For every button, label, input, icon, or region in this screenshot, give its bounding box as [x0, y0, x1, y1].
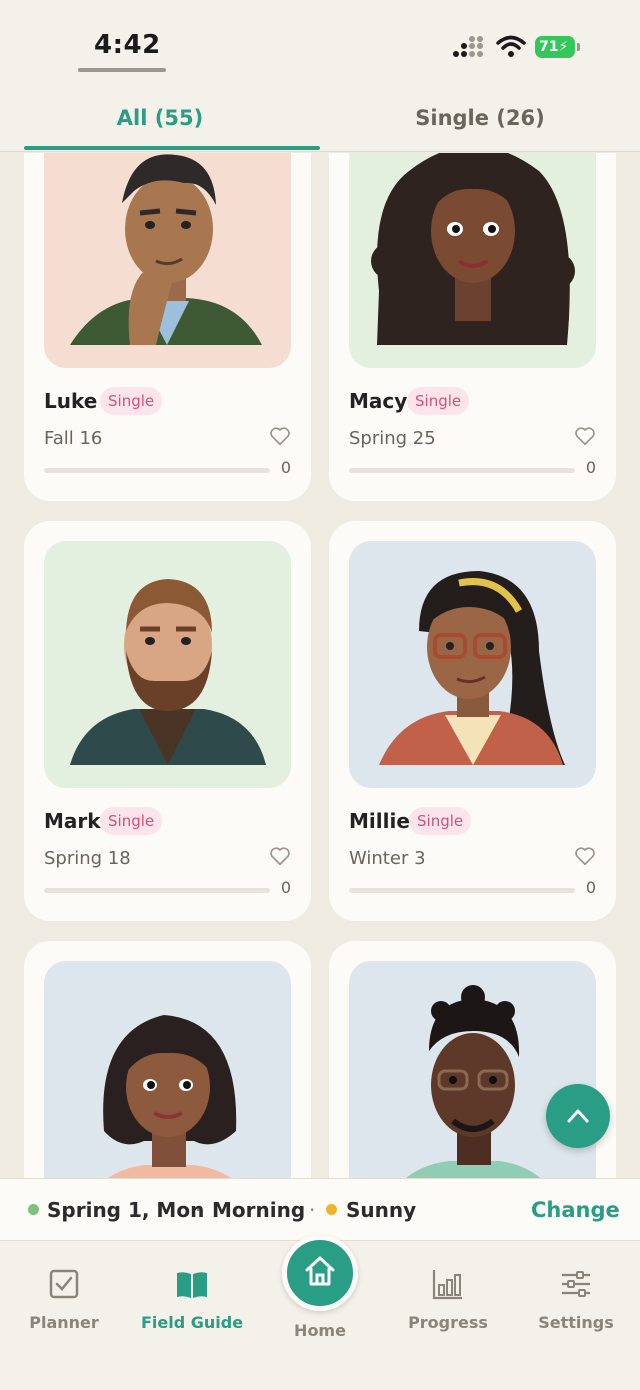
status-badge: Single: [100, 807, 163, 835]
friendship-count: 0: [585, 878, 596, 897]
time-underline: [78, 68, 166, 72]
friendship-progress-bar: [349, 468, 575, 473]
checkbox-icon: [49, 1269, 79, 1299]
status-badge: Single: [409, 807, 472, 835]
signal-icon: [453, 36, 483, 57]
filter-tabs: All (55) Single (26): [0, 88, 640, 152]
battery-level: 71: [539, 39, 559, 55]
character-card-mark[interactable]: Mark Single Spring 18 0: [24, 521, 311, 921]
friendship-count: 0: [280, 458, 291, 477]
friendship-progress-bar: [349, 888, 575, 893]
character-grid: Luke Single Fall 16 0 Macy Single Spring…: [0, 153, 640, 1178]
nav-settings[interactable]: Settings: [516, 1267, 636, 1332]
tab-single[interactable]: Single (26): [320, 106, 640, 130]
birthday-date: Spring 18: [44, 848, 131, 869]
weather-dot: [326, 1204, 337, 1215]
game-day-bar: Spring 1, Mon · Morning · Sunny Change: [0, 1178, 640, 1240]
battery-icon: 71⚡: [535, 36, 581, 58]
birthday-date: Fall 16: [44, 428, 103, 449]
heart-icon[interactable]: [269, 845, 291, 867]
nav-label: Progress: [408, 1313, 488, 1332]
home-button[interactable]: [282, 1235, 358, 1311]
portrait-man-locs: [349, 961, 596, 1178]
separator: ·: [309, 1198, 316, 1222]
friendship-count: 0: [280, 878, 291, 897]
character-name: Macy: [349, 389, 408, 413]
status-badge: Single: [407, 387, 470, 415]
portrait-mark: [44, 541, 291, 788]
nav-progress[interactable]: Progress: [388, 1267, 508, 1332]
birthday-date: Winter 3: [349, 848, 426, 869]
nav-field-guide[interactable]: Field Guide: [132, 1267, 252, 1332]
portrait-woman-bob: [44, 961, 291, 1178]
character-card-luke[interactable]: Luke Single Fall 16 0: [24, 153, 311, 501]
chevron-up-icon: [567, 1109, 589, 1123]
portrait-millie: [349, 541, 596, 788]
birthday-date: Spring 25: [349, 428, 436, 449]
character-card[interactable]: [24, 941, 311, 1178]
portrait-macy: [349, 153, 596, 368]
scroll-to-top-button[interactable]: [546, 1084, 610, 1148]
bar-chart-icon: [432, 1270, 462, 1300]
nav-planner[interactable]: Planner: [4, 1267, 124, 1332]
character-card-macy[interactable]: Macy Single Spring 25 0: [329, 153, 616, 501]
home-icon: [305, 1256, 335, 1286]
nav-label-home: Home: [294, 1321, 346, 1340]
friendship-count: 0: [585, 458, 596, 477]
character-portrait: [44, 153, 291, 368]
status-time: 4:42: [94, 30, 161, 60]
wifi-icon: [496, 35, 526, 57]
heart-icon[interactable]: [574, 425, 596, 447]
character-name: Millie: [349, 809, 410, 833]
character-card-millie[interactable]: Millie Single Winter 3 0: [329, 521, 616, 921]
sliders-icon: [562, 1271, 590, 1297]
character-portrait: [44, 961, 291, 1178]
nav-label: Settings: [538, 1313, 614, 1332]
weather: Sunny: [346, 1198, 417, 1222]
character-name: Mark: [44, 809, 101, 833]
separator: ·: [195, 1198, 202, 1222]
status-badge: Single: [100, 387, 163, 415]
character-portrait: [44, 541, 291, 788]
character-portrait: [349, 541, 596, 788]
bottom-navigation: Planner Field Guide Home Progress Settin…: [0, 1235, 640, 1390]
friendship-progress-bar: [44, 468, 270, 473]
character-name: Luke: [44, 389, 98, 413]
status-bar: 4:42 71⚡: [0, 0, 640, 88]
heart-icon[interactable]: [574, 845, 596, 867]
nav-label: Planner: [29, 1313, 99, 1332]
change-day-button[interactable]: Change: [531, 1198, 620, 1222]
friendship-progress-bar: [44, 888, 270, 893]
heart-icon[interactable]: [269, 425, 291, 447]
portrait-luke: [44, 153, 291, 368]
current-date: Spring 1, Mon: [47, 1198, 205, 1222]
time-of-day: Morning: [212, 1198, 306, 1222]
character-portrait: [349, 153, 596, 368]
tab-active-indicator: [24, 146, 320, 150]
book-icon: [177, 1272, 207, 1298]
nav-label: Field Guide: [140, 1313, 244, 1332]
tab-all[interactable]: All (55): [12, 106, 308, 130]
date-status-dot: [28, 1204, 39, 1215]
character-portrait: [349, 961, 596, 1178]
